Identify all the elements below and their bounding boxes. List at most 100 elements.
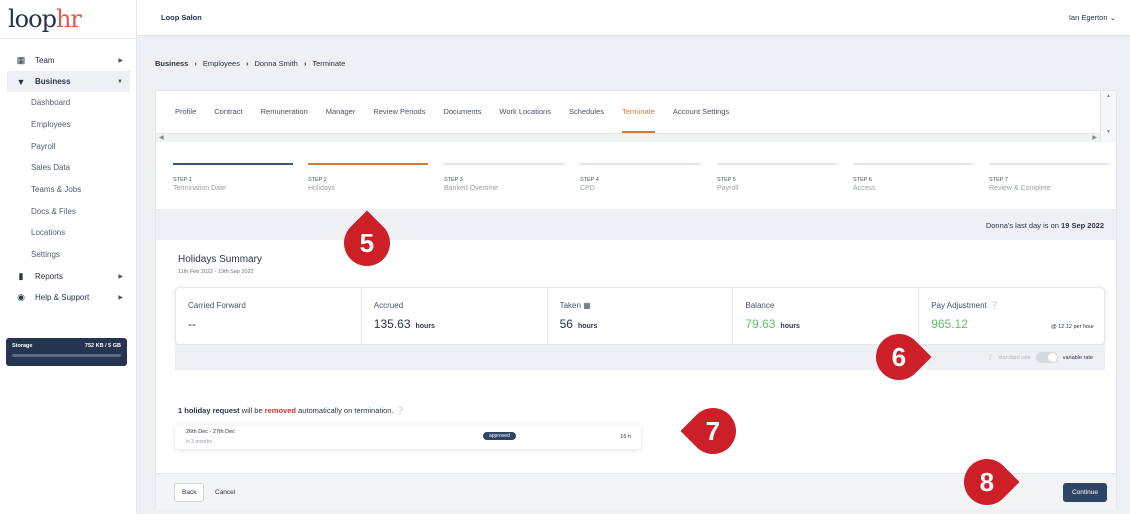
employee-tabs: Profile Contract Remuneration Manager Re… xyxy=(156,91,1101,133)
help-icon[interactable]: ❔ xyxy=(396,406,405,415)
sidebar-subitem-payroll[interactable]: Payroll xyxy=(7,135,130,157)
status-badge: approved xyxy=(483,432,516,440)
stat-value: 56 hours xyxy=(560,317,733,331)
sidebar-subitem-locations[interactable]: Locations xyxy=(7,222,130,244)
holidays-summary-range: 11th Feb 2022 - 19th Sep 2022 xyxy=(178,269,254,275)
back-button[interactable]: Back xyxy=(174,483,205,502)
step-progress-line xyxy=(173,163,293,165)
sidebar-subitem-dashboard[interactable]: Dashboard xyxy=(7,92,130,114)
stat-label: Carried Forward xyxy=(188,301,246,310)
scroll-left-icon[interactable]: ◀ xyxy=(159,134,164,141)
step-payroll[interactable]: STEP 5 Payroll xyxy=(717,163,837,192)
tab-review-periods[interactable]: Review Periods xyxy=(373,91,425,133)
request-dates: 26th Dec - 27th Dec xyxy=(186,429,235,435)
breadcrumb-current: Terminate xyxy=(312,59,346,68)
rate-toggle-strip: ❔ standard rate variable rate xyxy=(175,345,1105,370)
caret-right-icon: ▶ xyxy=(118,273,123,280)
globe-icon: ◉ xyxy=(17,291,25,302)
tab-schedules[interactable]: Schedules xyxy=(569,91,604,133)
step-progress-line xyxy=(580,163,700,165)
business-icon: ▼ xyxy=(16,76,26,87)
sidebar-subitem-settings[interactable]: Settings xyxy=(7,244,130,266)
scroll-down-icon[interactable]: ▼ xyxy=(1106,129,1111,135)
stat-number: 135.63 xyxy=(373,317,411,331)
sidebar-item-label: Help & Support xyxy=(35,292,90,302)
sidebar-item-help[interactable]: ◉ Help & Support ▶ xyxy=(7,287,130,308)
switch-knob xyxy=(1047,353,1057,362)
calendar-icon[interactable]: ▦ xyxy=(583,301,591,310)
rate-toggle: ❔ standard rate variable rate xyxy=(986,352,1093,363)
chevron-right-icon: › xyxy=(245,59,249,68)
horizontal-scrollbar[interactable]: ◀ ▶ xyxy=(156,133,1101,142)
tab-work-locations[interactable]: Work Locations xyxy=(499,91,551,133)
step-holidays[interactable]: STEP 2 Holidays xyxy=(308,163,428,192)
continue-button[interactable]: Continue xyxy=(1062,483,1107,502)
holiday-request-row[interactable]: 26th Dec - 27th Dec in 3 months approved… xyxy=(175,425,641,449)
step-review-complete[interactable]: STEP 7 Review & Complete xyxy=(989,163,1109,192)
sidebar-subitem-employees[interactable]: Employees xyxy=(7,114,130,136)
chevron-right-icon: › xyxy=(303,59,307,68)
stat-carried-forward: Carried Forward -- xyxy=(176,288,362,344)
user-menu[interactable]: Ian Egerton ⌄ xyxy=(1069,13,1116,22)
step-access[interactable]: STEP 6 Access xyxy=(853,163,973,192)
step-banked-overtime[interactable]: STEP 3 Banked Overtime xyxy=(444,163,564,192)
note-suffix: automatically on termination. xyxy=(298,406,394,415)
scroll-up-icon[interactable]: ▲ xyxy=(1106,93,1111,99)
company-name: Loop Salon xyxy=(161,13,202,22)
rate-switch[interactable] xyxy=(1035,352,1058,363)
storage-value: 752 KB / 5 GB xyxy=(84,343,121,349)
stat-unit: hours xyxy=(577,323,598,330)
hourly-rate: @ 12.12 per hour xyxy=(1051,324,1094,330)
step-name: Access xyxy=(853,185,876,192)
breadcrumb-business[interactable]: Business xyxy=(155,59,188,68)
storage-label: Storage xyxy=(12,343,33,349)
sidebar-item-label: Team xyxy=(35,56,55,65)
tab-terminate[interactable]: Terminate xyxy=(621,91,655,133)
tab-remuneration[interactable]: Remuneration xyxy=(261,91,308,133)
request-count: 1 holiday request xyxy=(178,406,240,415)
last-day-banner: Donna's last day is on 19 Sep 2022 xyxy=(156,210,1116,240)
sidebar-subitem-sales-data[interactable]: Sales Data xyxy=(7,157,130,179)
step-name: Banked Overtime xyxy=(444,185,499,192)
holidays-summary-title: Holidays Summary xyxy=(178,254,262,265)
tab-account-settings[interactable]: Account Settings xyxy=(673,91,729,133)
step-termination-date[interactable]: STEP 1 Termination Date xyxy=(173,163,293,192)
sidebar-item-team[interactable]: ▦ Team ▶ xyxy=(7,50,130,71)
chevron-right-icon: › xyxy=(194,59,197,68)
help-icon[interactable]: ❔ xyxy=(989,301,999,310)
scroll-right-icon[interactable]: ▶ xyxy=(1092,134,1097,141)
breadcrumb-employees[interactable]: Employees xyxy=(203,59,240,68)
tab-contract[interactable]: Contract xyxy=(214,91,242,133)
sidebar-item-business[interactable]: ▼ Business ▼ xyxy=(7,71,130,92)
step-cpd[interactable]: STEP 4 CPD xyxy=(580,163,700,192)
divider xyxy=(0,38,137,39)
sidebar-item-reports[interactable]: ▮ Reports ▶ xyxy=(7,266,130,287)
sidebar-subitem-docs-files[interactable]: Docs & Files xyxy=(7,200,130,222)
reports-icon: ▮ xyxy=(18,270,24,281)
sidebar-subitem-teams-jobs[interactable]: Teams & Jobs xyxy=(7,179,130,201)
sidebar: loophr ▦ Team ▶ ▼ Business ▼ Dashboard E… xyxy=(0,0,137,514)
chevron-down-icon: ⌄ xyxy=(1109,13,1116,22)
breadcrumb-employee[interactable]: Donna Smith xyxy=(254,59,297,68)
marker-number: 6 xyxy=(891,341,907,372)
terminate-card: Profile Contract Remuneration Manager Re… xyxy=(155,90,1117,510)
vertical-scrollbar[interactable]: ▲ ▼ xyxy=(1100,91,1116,142)
termination-stepper: STEP 1 Termination Date STEP 2 Holidays … xyxy=(156,142,1116,210)
caret-down-icon: ▼ xyxy=(117,78,123,85)
variable-rate-label: variable rate xyxy=(1062,354,1093,361)
step-progress-line xyxy=(444,163,564,165)
help-icon[interactable]: ❔ xyxy=(986,355,993,361)
caret-right-icon: ▶ xyxy=(118,58,123,64)
tab-profile[interactable]: Profile xyxy=(175,91,196,133)
tab-documents[interactable]: Documents xyxy=(443,91,481,133)
loophr-logo[interactable]: loophr xyxy=(8,5,82,33)
cancel-button[interactable]: Cancel xyxy=(215,489,235,496)
sidebar-nav: ▦ Team ▶ ▼ Business ▼ Dashboard Employee… xyxy=(7,50,130,308)
step-name: Review & Complete xyxy=(989,185,1051,192)
tab-manager[interactable]: Manager xyxy=(326,91,356,133)
standard-rate-label: standard rate xyxy=(998,354,1031,361)
step-progress-line xyxy=(717,163,837,165)
step-name: Holidays xyxy=(308,185,335,192)
step-number: STEP 7 xyxy=(989,177,1008,183)
step-number: STEP 1 xyxy=(173,177,192,183)
